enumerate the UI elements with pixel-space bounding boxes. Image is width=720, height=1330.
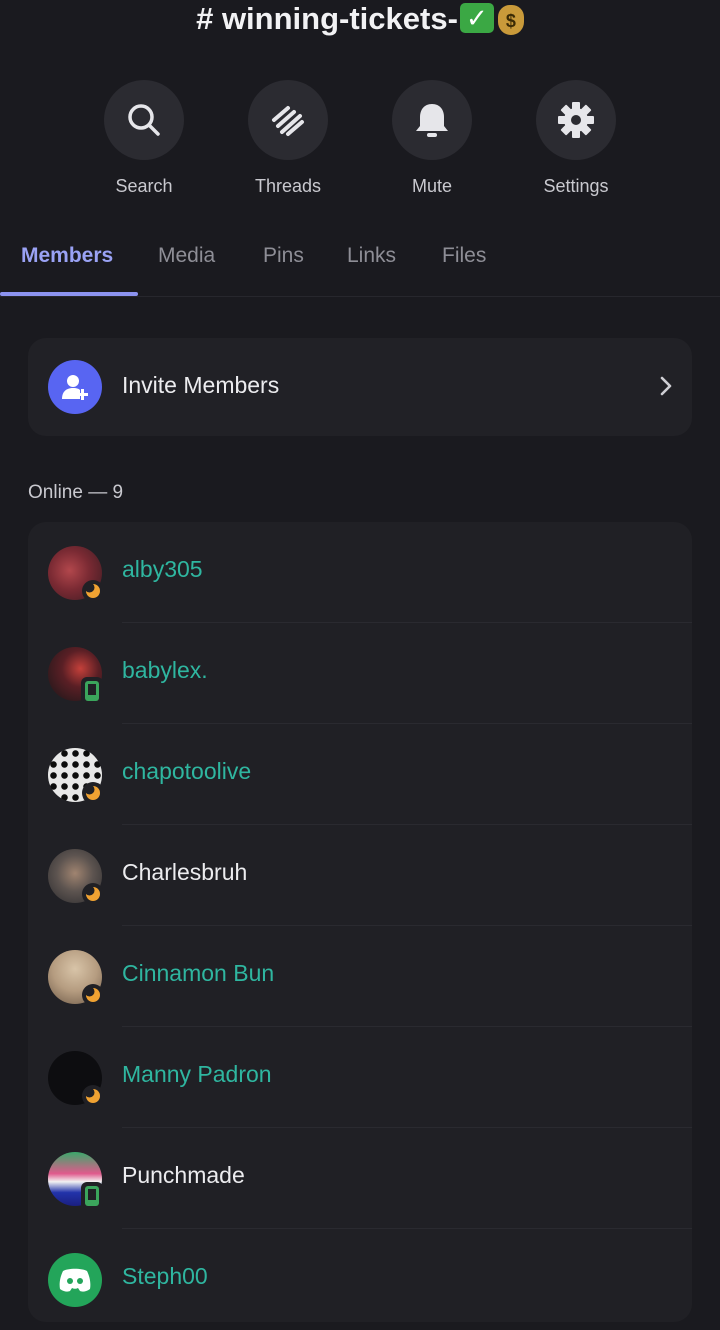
tab-links[interactable]: Links: [347, 244, 396, 268]
settings-button-circle[interactable]: [536, 80, 616, 160]
member-name: Cinnamon Bun: [122, 960, 275, 986]
member-row[interactable]: Steph00: [28, 1229, 692, 1330]
settings-label: Settings: [543, 176, 609, 196]
tab-media[interactable]: Media: [158, 244, 215, 268]
channel-title-text: # winning-tickets-: [196, 1, 458, 36]
search-label: Search: [115, 176, 173, 196]
mute-label: Mute: [411, 176, 453, 196]
member-list: alby305 babylex. chapotoolive Charlesbru…: [28, 522, 692, 1322]
member-name: Punchmade: [122, 1162, 245, 1188]
tab-files[interactable]: Files: [442, 244, 486, 268]
channel-tabs: Members Media Pins Links Files: [0, 234, 720, 297]
idle-status-icon: [82, 580, 104, 602]
member-row[interactable]: alby305: [28, 522, 692, 623]
mobile-status-icon: [81, 677, 103, 705]
idle-status-icon: [82, 782, 104, 804]
mute-button[interactable]: Mute: [372, 80, 492, 197]
member-row[interactable]: Manny Padron: [28, 1027, 692, 1128]
chevron-right-icon: [660, 376, 672, 396]
avatar: [48, 1253, 102, 1307]
online-count-header: Online — 9: [28, 482, 124, 503]
member-row[interactable]: Punchmade: [28, 1128, 692, 1229]
discord-logo-icon: [59, 1268, 91, 1292]
member-row[interactable]: Cinnamon Bun: [28, 926, 692, 1027]
add-user-icon: [48, 360, 102, 414]
member-row[interactable]: Charlesbruh: [28, 825, 692, 926]
member-row[interactable]: babylex.: [28, 623, 692, 724]
tab-pins[interactable]: Pins: [263, 244, 304, 268]
check-emoji-icon: ✓: [459, 3, 494, 33]
idle-status-icon: [82, 984, 104, 1006]
threads-label: Threads: [254, 176, 322, 196]
member-name: Charlesbruh: [122, 859, 248, 885]
member-name: Steph00: [122, 1263, 208, 1289]
gear-icon: [558, 102, 594, 138]
search-button[interactable]: Search: [84, 80, 204, 197]
member-name: Manny Padron: [122, 1061, 272, 1087]
channel-title: # winning-tickets- ✓ $: [0, 0, 720, 40]
idle-status-icon: [82, 1085, 104, 1107]
threads-icon: [272, 106, 304, 136]
bell-icon: [416, 104, 448, 137]
invite-members-label: Invite Members: [122, 372, 280, 398]
mobile-status-icon: [81, 1182, 103, 1210]
active-tab-indicator: [0, 292, 138, 296]
mute-button-circle[interactable]: [392, 80, 472, 160]
member-name: babylex.: [122, 657, 208, 683]
money-bag-emoji-icon: $: [497, 5, 524, 35]
member-name: chapotoolive: [122, 758, 252, 784]
search-button-circle[interactable]: [104, 80, 184, 160]
settings-button[interactable]: Settings: [516, 80, 636, 197]
channel-actions: Search Threads Mute Settings: [0, 80, 720, 210]
member-name: alby305: [122, 556, 203, 582]
search-icon: [128, 104, 160, 136]
invite-members-button[interactable]: Invite Members: [28, 338, 692, 436]
idle-status-icon: [82, 883, 104, 905]
tab-members[interactable]: Members: [21, 244, 113, 268]
member-row[interactable]: chapotoolive: [28, 724, 692, 825]
threads-button-circle[interactable]: [248, 80, 328, 160]
threads-button[interactable]: Threads: [228, 80, 348, 197]
